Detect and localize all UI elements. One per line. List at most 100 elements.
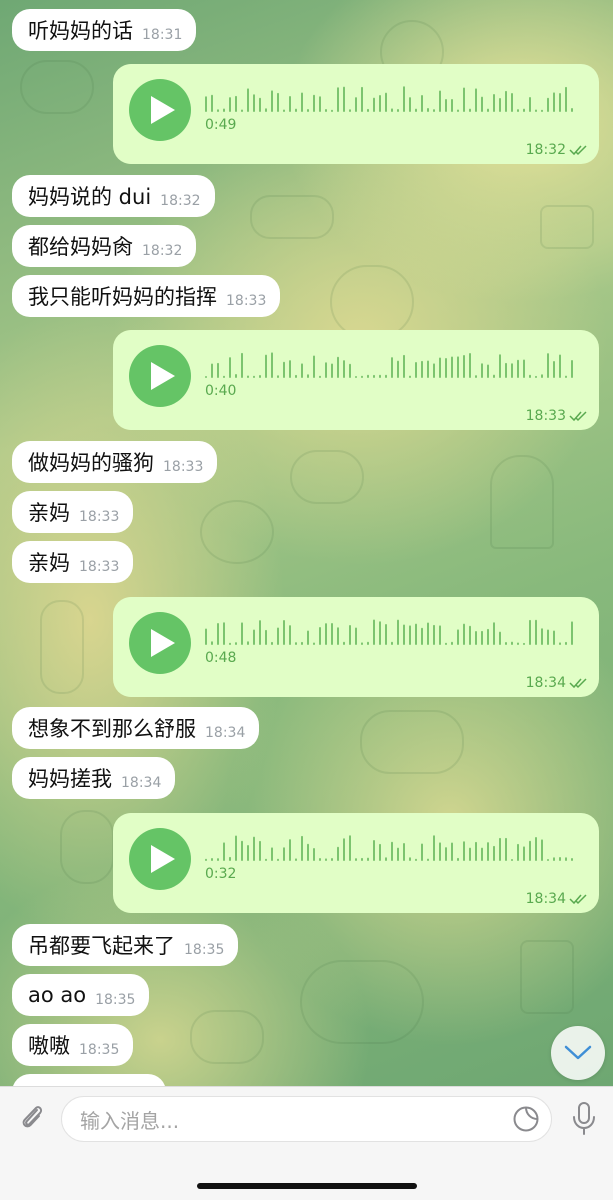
waveform-bar: [493, 93, 495, 112]
message-incoming[interactable]: 吊都要飞起来了 18:35: [12, 924, 239, 966]
waveform[interactable]: [205, 86, 577, 112]
waveform-bar: [439, 625, 441, 645]
waveform-bar: [223, 108, 225, 112]
waveform-bar: [229, 97, 231, 112]
voice-message[interactable]: 0:40 18:33: [113, 330, 599, 430]
waveform-bar: [229, 357, 231, 378]
voice-message[interactable]: 0:32 18:34: [113, 813, 599, 913]
message-incoming[interactable]: 亲妈 18:33: [12, 491, 134, 533]
waveform-bar: [211, 641, 213, 645]
home-indicator[interactable]: [197, 1183, 417, 1189]
message-incoming[interactable]: ao ao 18:35: [12, 974, 150, 1016]
waveform-bar: [217, 858, 219, 861]
waveform-bar: [547, 858, 549, 861]
waveform-bar: [325, 362, 327, 378]
waveform-bar: [325, 623, 327, 645]
waveform-bar: [493, 622, 495, 645]
waveform-bar: [259, 840, 261, 861]
waveform-bar: [463, 87, 465, 112]
message-incoming[interactable]: 想象不到那么舒服 18:34: [12, 707, 260, 749]
waveform-bar: [283, 847, 285, 861]
waveform-bar: [469, 108, 471, 112]
waveform-bar: [397, 847, 399, 861]
waveform-bar: [403, 843, 405, 861]
doodle: [190, 1010, 264, 1064]
waveform-bar: [343, 641, 345, 645]
waveform-bar: [517, 843, 519, 861]
waveform-bar: [223, 375, 225, 378]
waveform-bar: [235, 374, 237, 378]
waveform-bar: [523, 846, 525, 861]
scroll-down-button[interactable]: [551, 1026, 605, 1080]
message-meta: 18:32: [526, 142, 589, 158]
message-time: 18:34: [525, 675, 566, 691]
message-text: 嗷嗷: [28, 1034, 70, 1058]
message-incoming[interactable]: 嗷嗷 18:35: [12, 1024, 134, 1066]
play-button[interactable]: [129, 828, 191, 890]
waveform-bar: [247, 641, 249, 645]
voice-message[interactable]: 0:48 18:34: [113, 597, 599, 697]
message-incoming[interactable]: 我只能听妈妈的指挥 18:33: [12, 275, 281, 317]
waveform-bar: [487, 108, 489, 112]
waveform-bar: [391, 841, 393, 861]
waveform-bar: [205, 96, 207, 112]
message-incoming[interactable]: 妈妈说的 dui 18:32: [12, 175, 215, 217]
waveform-bar: [343, 360, 345, 378]
waveform[interactable]: [205, 352, 577, 378]
waveform-bar: [469, 625, 471, 645]
waveform-bar: [439, 90, 441, 112]
waveform-bar: [475, 375, 477, 378]
play-button[interactable]: [129, 612, 191, 674]
doodle: [360, 710, 464, 774]
message-incoming[interactable]: 妈妈搓我 18:34: [12, 757, 176, 799]
waveform-bar: [355, 858, 357, 861]
waveform-bar: [403, 86, 405, 112]
waveform-bar: [277, 858, 279, 861]
waveform-bar: [433, 363, 435, 378]
voice-duration: 0:40: [205, 383, 237, 399]
message-time: 18:32: [160, 193, 201, 209]
waveform-bar: [439, 842, 441, 861]
play-button[interactable]: [129, 79, 191, 141]
message-incoming[interactable]: 亲妈 18:33: [12, 541, 134, 583]
waveform-bar: [469, 847, 471, 861]
waveform-bar: [433, 109, 435, 112]
waveform[interactable]: [205, 619, 577, 645]
waveform-bar: [337, 87, 339, 112]
waveform-bar: [325, 858, 327, 861]
attach-button[interactable]: [14, 1099, 50, 1135]
waveform-bar: [271, 90, 273, 112]
waveform-bar: [235, 642, 237, 645]
message-input-placeholder: 输入消息...: [80, 1108, 180, 1133]
message-input[interactable]: 输入消息...: [61, 1096, 552, 1142]
voice-record-button[interactable]: [566, 1099, 602, 1139]
waveform[interactable]: [205, 835, 577, 861]
waveform-bar: [313, 642, 315, 645]
waveform-bar: [271, 641, 273, 645]
waveform-bar: [241, 352, 243, 378]
waveform-bar: [475, 631, 477, 645]
message-incoming[interactable]: 听妈妈的话 18:31: [12, 9, 197, 51]
waveform-bar: [229, 642, 231, 645]
waveform-bar: [367, 374, 369, 378]
message-incoming[interactable]: 做妈妈的骚狗 18:33: [12, 441, 218, 483]
waveform-bar: [307, 630, 309, 645]
sticker-button[interactable]: [510, 1103, 542, 1135]
waveform-bar: [541, 109, 543, 112]
waveform-bar: [373, 374, 375, 378]
waveform-bar: [385, 92, 387, 112]
message-time: 18:33: [226, 293, 267, 309]
waveform-bar: [265, 108, 267, 112]
message-text: 听妈妈的话: [28, 19, 133, 43]
message-time: 18:34: [525, 891, 566, 907]
message-incoming[interactable]: 都给妈妈肏 18:32: [12, 225, 197, 267]
message-time: 18:35: [95, 992, 136, 1008]
waveform-bar: [541, 839, 543, 861]
voice-message[interactable]: 0:49 18:32: [113, 64, 599, 164]
message-time: 18:31: [142, 27, 183, 43]
waveform-bar: [211, 363, 213, 378]
waveform-bar: [259, 97, 261, 112]
waveform-bar: [319, 858, 321, 861]
play-button[interactable]: [129, 345, 191, 407]
waveform-bar: [241, 622, 243, 645]
